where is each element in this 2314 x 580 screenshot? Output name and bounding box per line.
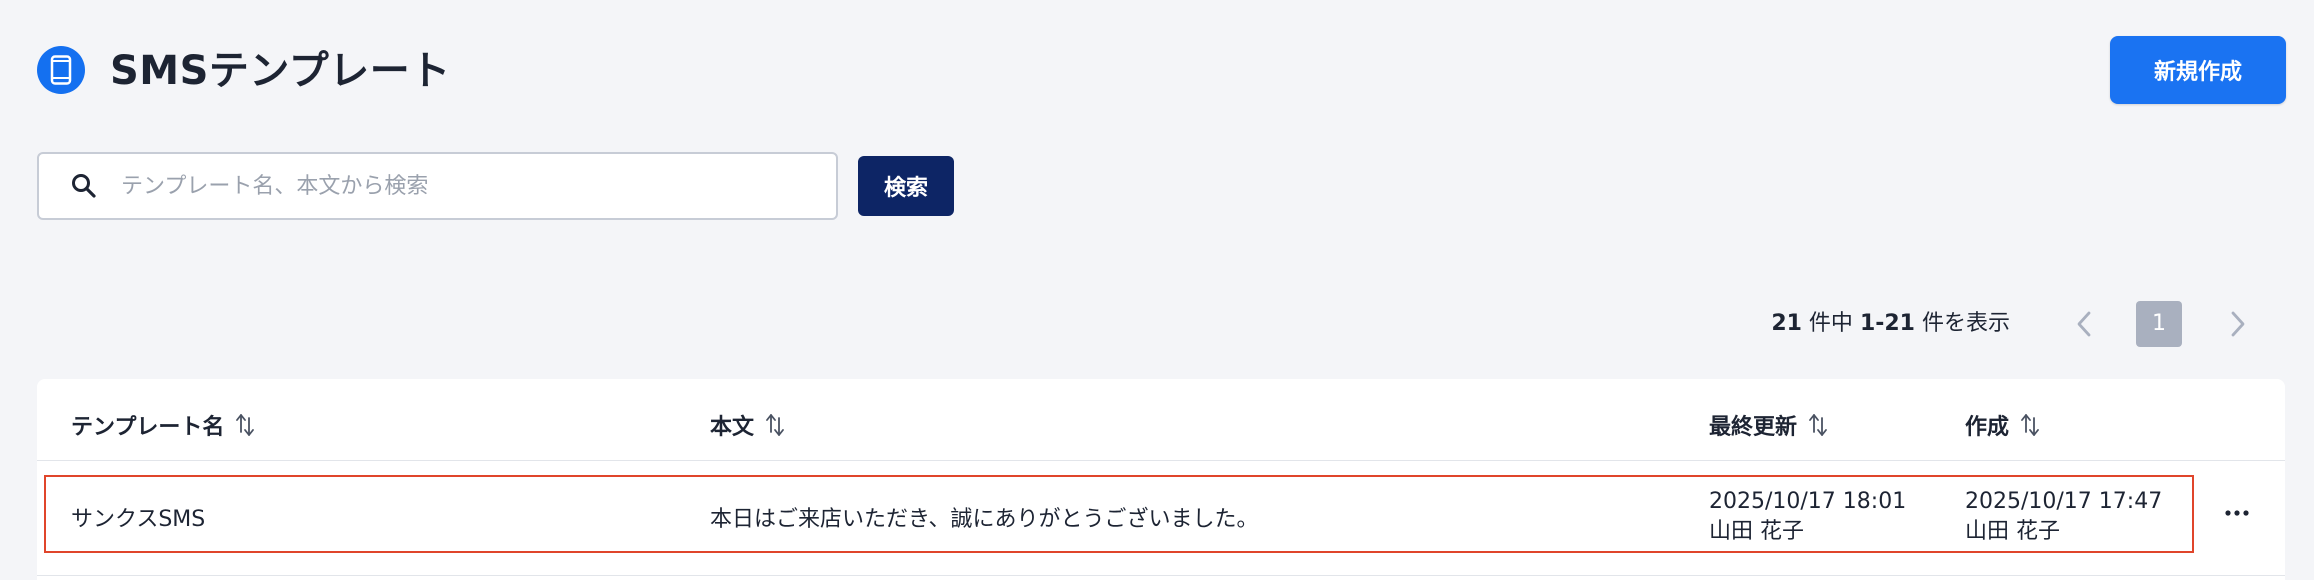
chevron-right-icon	[2231, 311, 2245, 337]
column-header-label: 作成	[1965, 415, 2010, 440]
row-updated-by: 山田 花子	[1709, 519, 1804, 544]
column-header-body[interactable]: 本文	[710, 407, 786, 443]
search-box[interactable]	[37, 152, 838, 220]
page: SMSテンプレート 新規作成 検索 21 件中 1-21 件を表示 1 テンプレ…	[0, 0, 2314, 580]
row-more-button[interactable]	[2215, 495, 2259, 531]
search-input[interactable]	[121, 154, 821, 218]
search-icon	[72, 174, 96, 198]
result-range: 1-21	[1859, 311, 1915, 336]
result-range-suffix: 件を表示	[1915, 311, 2010, 336]
sort-icon	[236, 414, 255, 436]
column-header-updated[interactable]: 最終更新	[1709, 407, 1829, 443]
next-page-button[interactable]	[2220, 306, 2256, 342]
column-header-name[interactable]: テンプレート名	[71, 407, 256, 443]
row-template-body: 本日はご来店いただき、誠にありがとうございました。	[710, 507, 1259, 532]
column-header-label: 最終更新	[1709, 415, 1798, 440]
result-total-suffix: 件中	[1801, 311, 1860, 336]
search-button[interactable]: 検索	[858, 156, 954, 216]
result-count: 21 件中 1-21 件を表示	[1730, 306, 2010, 342]
more-horizontal-icon	[2225, 510, 2249, 516]
row-updated-cell: 2025/10/17 18:01 山田 花子	[1709, 487, 1906, 547]
sort-icon	[1809, 414, 1827, 436]
template-table: テンプレート名 本文 最終更新 作成 サンクスSMS 本日はご来店いただき、誠に…	[37, 379, 2285, 580]
sort-icon	[2021, 414, 2039, 436]
column-header-label: 本文	[710, 415, 755, 440]
row-created-by: 山田 花子	[1965, 519, 2060, 544]
row-created-cell: 2025/10/17 17:47 山田 花子	[1965, 487, 2162, 547]
result-total: 21	[1771, 311, 1802, 336]
header-divider	[37, 460, 2285, 461]
row-created-at: 2025/10/17 17:47	[1965, 489, 2163, 514]
row-updated-at: 2025/10/17 18:01	[1709, 489, 1907, 514]
new-template-button[interactable]: 新規作成	[2110, 36, 2286, 104]
mobile-phone-icon	[37, 46, 85, 94]
page-title: SMSテンプレート	[110, 48, 451, 94]
row-template-name[interactable]: サンクスSMS	[71, 501, 205, 533]
column-header-label: テンプレート名	[71, 415, 225, 440]
sort-icon	[766, 414, 784, 436]
row-divider	[37, 575, 2285, 576]
prev-page-button[interactable]	[2066, 306, 2102, 342]
chevron-left-icon	[2077, 311, 2091, 337]
column-header-created[interactable]: 作成	[1965, 407, 2041, 443]
page-number-current[interactable]: 1	[2136, 301, 2182, 347]
